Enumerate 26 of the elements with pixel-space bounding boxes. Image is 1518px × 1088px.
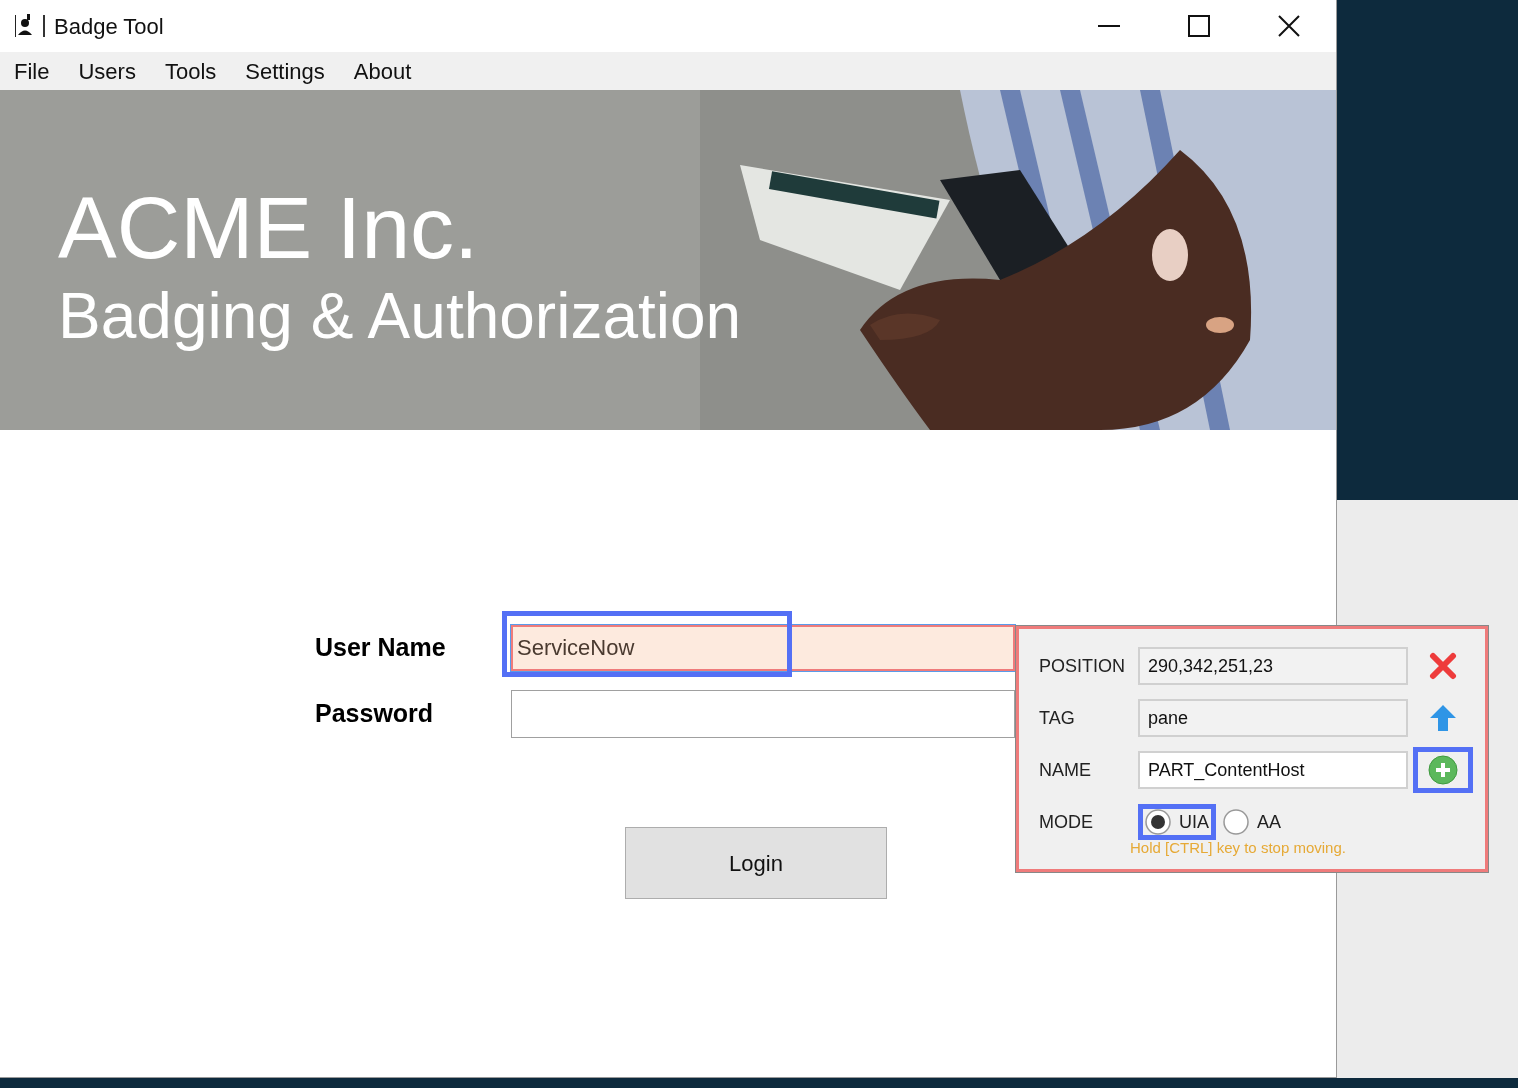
field-label: MODE bbox=[1039, 810, 1094, 834]
minimize-icon bbox=[1098, 25, 1120, 27]
input-field[interactable] bbox=[511, 690, 1015, 738]
menu-item[interactable]: File bbox=[14, 54, 50, 88]
radio-option[interactable]: AA bbox=[1216, 804, 1289, 840]
login-button[interactable]: Login bbox=[625, 827, 887, 899]
menu-item[interactable]: Tools bbox=[164, 54, 217, 88]
banner-subheading: Badging & Authorization bbox=[58, 279, 742, 354]
field-label: TAG bbox=[1039, 706, 1076, 730]
input-field[interactable]: ServiceNow bbox=[511, 625, 1015, 671]
window-title: Badge Tool bbox=[54, 12, 164, 41]
menu-item[interactable]: Users bbox=[78, 54, 136, 88]
menu-item[interactable]: About bbox=[353, 54, 412, 88]
input-field[interactable]: PART_ContentHost bbox=[1138, 751, 1408, 789]
banner-heading: ACME Inc. bbox=[58, 178, 480, 278]
close-icon bbox=[1278, 15, 1300, 37]
hint-text: Hold [CTRL] key to stop moving. bbox=[1130, 839, 1347, 857]
menu-item[interactable]: Settings bbox=[245, 54, 325, 88]
maximize-icon bbox=[1188, 15, 1210, 37]
radio-option[interactable]: UIA bbox=[1138, 804, 1216, 840]
input-field[interactable]: pane bbox=[1138, 699, 1408, 737]
field-label: Password bbox=[315, 698, 435, 730]
field-label: User Name bbox=[315, 632, 447, 664]
input-field[interactable]: 290,342,251,23 bbox=[1138, 647, 1408, 685]
field-label: POSITION bbox=[1039, 654, 1126, 678]
field-label: NAME bbox=[1039, 758, 1092, 782]
